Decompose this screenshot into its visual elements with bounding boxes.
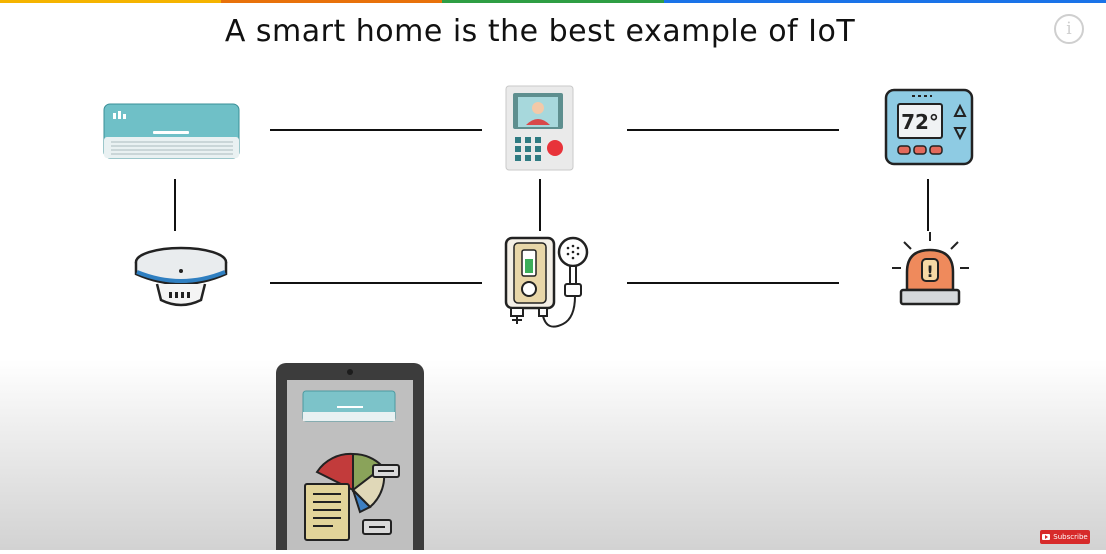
connector-intercom-heater: [539, 179, 541, 231]
svg-text:72°: 72°: [901, 110, 939, 134]
subscribe-label: Subscribe: [1053, 533, 1088, 541]
water-heater-shower-icon: [503, 234, 593, 336]
youtube-icon: [1042, 534, 1051, 540]
connector-ac-intercom: [270, 129, 482, 131]
svg-text:!: !: [926, 262, 933, 281]
connector-heater-alarm: [627, 282, 839, 284]
connector-thermostat-alarm: [927, 179, 929, 231]
air-conditioner-icon: [103, 103, 241, 163]
connector-ac-smoke: [174, 179, 176, 231]
smoke-detector-icon: [133, 244, 229, 316]
thermostat-icon: 72°: [884, 88, 974, 170]
connector-smoke-heater: [270, 282, 482, 284]
subscribe-button[interactable]: Subscribe: [1040, 530, 1090, 544]
connector-intercom-thermostat: [627, 129, 839, 131]
top-accent-bar: [0, 0, 1106, 3]
video-intercom-icon: [505, 85, 575, 175]
tablet-controller-icon: [275, 362, 425, 554]
info-icon[interactable]: i: [1054, 14, 1084, 44]
page-title: A smart home is the best example of IoT: [224, 14, 856, 49]
alarm-siren-icon: !: [892, 232, 972, 312]
